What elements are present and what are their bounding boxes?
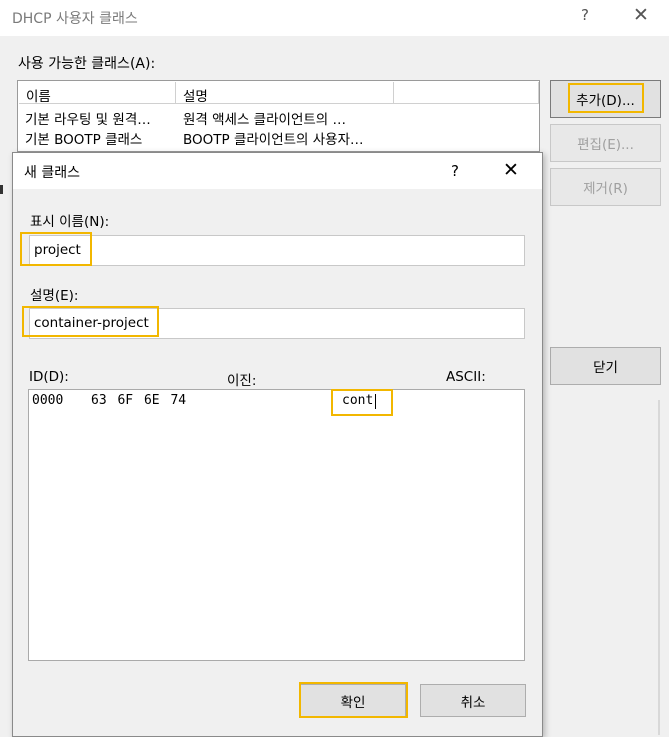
outer-title: DHCP 사용자 클래스 (12, 11, 138, 27)
list-item-name: 기본 BOOTP 클래스 (25, 132, 143, 148)
inner-close-icon[interactable]: ✕ (503, 159, 519, 181)
remove-button[interactable]: 제거(R) (550, 168, 661, 206)
highlight-description (22, 306, 159, 337)
column-header-name[interactable]: 이름 (19, 82, 176, 105)
data-hex[interactable]: 63 6F 6E 74 (91, 393, 186, 408)
id-data-editor[interactable]: 0000 63 6F 6E 74 cont (28, 389, 525, 661)
list-item-desc: 원격 액세스 클라이언트의 … (183, 112, 346, 128)
binary-label: 이진: (227, 373, 257, 389)
description-label: 설명(E): (30, 288, 79, 304)
inner-help-icon[interactable]: ? (451, 162, 459, 180)
close-button[interactable]: 닫기 (550, 347, 661, 385)
display-name-input[interactable]: project (29, 235, 525, 266)
new-class-dialog: 새 클래스 ? ✕ 표시 이름(N): project 설명(E): conta… (12, 152, 543, 737)
inner-title: 새 클래스 (24, 165, 80, 181)
list-item-desc: BOOTP 클라이언트의 사용자… (183, 132, 364, 148)
list-item[interactable]: 기본 BOOTP 클래스 BOOTP 클라이언트의 사용자… (18, 126, 539, 148)
outer-close-icon[interactable]: ✕ (633, 4, 649, 26)
available-classes-label: 사용 가능한 클래스(A): (18, 56, 156, 72)
ascii-label: ASCII: (446, 369, 486, 385)
cancel-button[interactable]: 취소 (420, 684, 526, 717)
id-label: ID(D): (29, 369, 69, 385)
highlight-ok-button (299, 682, 408, 718)
column-header-empty[interactable] (394, 82, 539, 104)
outer-edge-mark (0, 185, 3, 194)
highlight-ascii (331, 389, 393, 416)
column-header-description[interactable]: 설명 (176, 82, 394, 105)
class-list[interactable]: 이름 설명 기본 라우팅 및 원격… 원격 액세스 클라이언트의 … 기본 BO… (17, 80, 540, 152)
highlight-display-name (20, 232, 92, 266)
list-item[interactable]: 기본 라우팅 및 원격… 원격 액세스 클라이언트의 … (18, 106, 539, 128)
inner-titlebar: 새 클래스 ? ✕ (13, 153, 542, 189)
display-name-label: 표시 이름(N): (30, 214, 110, 230)
list-item-name: 기본 라우팅 및 원격… (25, 112, 151, 128)
outer-titlebar: DHCP 사용자 클래스 ? ✕ (0, 0, 669, 36)
outer-divider (658, 400, 660, 735)
highlight-add-button (568, 83, 644, 113)
edit-button[interactable]: 편집(E)... (550, 124, 661, 162)
outer-help-icon[interactable]: ? (581, 6, 589, 24)
data-offset: 0000 (32, 393, 64, 408)
